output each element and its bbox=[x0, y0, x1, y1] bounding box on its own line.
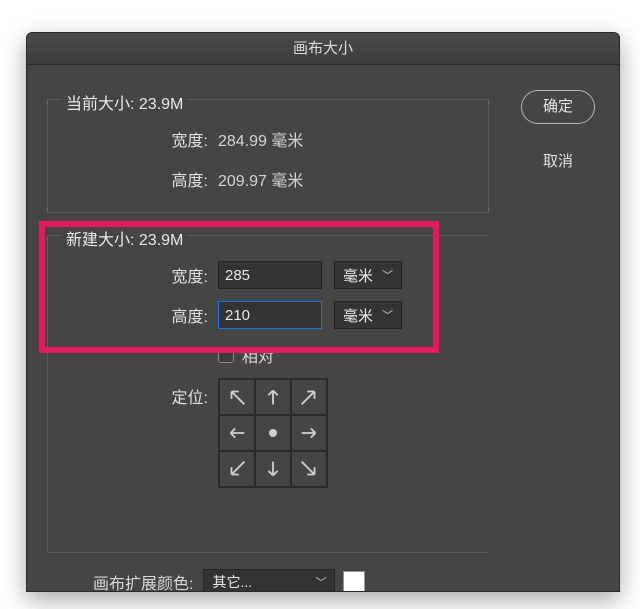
relative-label: 相对 bbox=[242, 343, 274, 367]
new-height-input[interactable] bbox=[218, 301, 322, 329]
extension-color-select[interactable]: 其它... ﹀ bbox=[203, 569, 335, 592]
current-size-legend-prefix: 当前大小: bbox=[66, 96, 139, 113]
new-width-input[interactable] bbox=[218, 261, 322, 289]
current-size-value: 23.9M bbox=[139, 96, 183, 113]
new-width-label: 宽度: bbox=[48, 263, 218, 287]
chevron-down-icon: ﹀ bbox=[382, 307, 393, 323]
current-height-label: 高度: bbox=[48, 167, 218, 191]
current-width-label: 宽度: bbox=[48, 127, 218, 151]
anchor-nw[interactable] bbox=[219, 379, 255, 415]
width-unit-value: 毫米 bbox=[343, 265, 373, 286]
current-size-group: 当前大小: 23.9M 宽度: 284.99 毫米 高度: 209.97 毫米 bbox=[47, 99, 489, 213]
anchor-e[interactable] bbox=[291, 415, 327, 451]
extension-row: 画布扩展颜色: 其它... ﹀ bbox=[47, 569, 489, 592]
anchor-s[interactable] bbox=[255, 451, 291, 487]
dialog-title: 画布大小 bbox=[27, 33, 619, 65]
anchor-grid bbox=[218, 378, 328, 488]
height-unit-select[interactable]: 毫米 ﹀ bbox=[334, 301, 402, 329]
anchor-se[interactable] bbox=[291, 451, 327, 487]
anchor-label: 定位: bbox=[48, 378, 218, 408]
width-unit-select[interactable]: 毫米 ﹀ bbox=[334, 261, 402, 289]
cancel-button[interactable]: 取消 bbox=[521, 146, 595, 180]
new-size-value: 23.9M bbox=[139, 232, 183, 249]
chevron-down-icon: ﹀ bbox=[315, 574, 326, 590]
extension-label: 画布扩展颜色: bbox=[93, 570, 193, 592]
relative-checkbox[interactable] bbox=[218, 347, 234, 363]
current-size-legend: 当前大小: 23.9M bbox=[62, 90, 187, 114]
anchor-center[interactable] bbox=[255, 415, 291, 451]
dialog-buttons: 确定 取消 bbox=[521, 90, 595, 180]
chevron-down-icon: ﹀ bbox=[382, 267, 393, 283]
ok-button[interactable]: 确定 bbox=[521, 90, 595, 124]
current-width-value: 284.99 毫米 bbox=[218, 127, 303, 151]
extension-color-value: 其它... bbox=[212, 572, 252, 592]
anchor-w[interactable] bbox=[219, 415, 255, 451]
extension-color-swatch[interactable] bbox=[343, 571, 365, 592]
new-height-label: 高度: bbox=[48, 303, 218, 327]
new-size-legend: 新建大小: 23.9M bbox=[62, 226, 187, 250]
anchor-ne[interactable] bbox=[291, 379, 327, 415]
height-unit-value: 毫米 bbox=[343, 305, 373, 326]
anchor-n[interactable] bbox=[255, 379, 291, 415]
new-size-group: 新建大小: 23.9M 宽度: 毫米 ﹀ 高度: 毫米 ﹀ bbox=[47, 235, 489, 553]
anchor-sw[interactable] bbox=[219, 451, 255, 487]
canvas-size-dialog: 画布大小 确定 取消 当前大小: 23.9M 宽度: 284.99 毫米 高度:… bbox=[26, 32, 620, 592]
current-height-value: 209.97 毫米 bbox=[218, 167, 303, 191]
new-size-legend-prefix: 新建大小: bbox=[66, 232, 139, 249]
dialog-content: 确定 取消 当前大小: 23.9M 宽度: 284.99 毫米 高度: 209.… bbox=[27, 65, 619, 591]
